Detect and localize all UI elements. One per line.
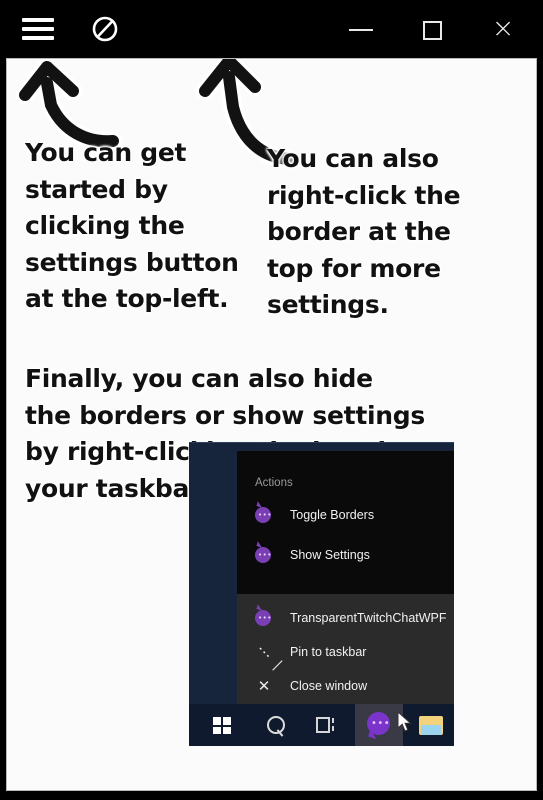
content-area: You can get started by clicking the sett… — [6, 58, 537, 791]
jumplist-item-label: TransparentTwitchChatWPF — [290, 611, 447, 625]
hamburger-menu-icon-bar — [22, 27, 54, 31]
chat-bubble-icon: ••• — [367, 712, 391, 740]
close-icon: ✕ — [257, 677, 271, 695]
windows-taskbar: ••• — [189, 704, 454, 746]
chat-bubble-icon: ••• — [255, 501, 273, 525]
jumplist-item-label: Show Settings — [290, 548, 370, 562]
jumplist-item-close-window[interactable]: ✕ Close window — [237, 670, 454, 704]
search-button[interactable] — [251, 704, 299, 746]
instruction-text-left: You can get started by clicking the sett… — [25, 138, 239, 313]
jumplist-item-pin-to-taskbar[interactable]: ⋮— Pin to taskbar — [237, 636, 454, 677]
taskbar-jumplist-menu[interactable]: Actions ••• Toggle Borders ••• Show Sett… — [237, 451, 454, 704]
pin-icon: ⋮— — [252, 640, 289, 677]
jumplist-actions-section: Actions ••• Toggle Borders ••• Show Sett… — [237, 451, 454, 594]
application-window: × You can get started by clicking the se… — [0, 0, 543, 800]
transparent-twitch-chat-taskbar-button[interactable]: ••• — [355, 704, 403, 746]
jumplist-item-app-name[interactable]: ••• TransparentTwitchChatWPF — [237, 602, 454, 636]
close-icon: × — [491, 13, 515, 44]
hamburger-menu-icon — [22, 18, 54, 22]
jumplist-item-label: Pin to taskbar — [290, 645, 367, 659]
chat-bubble-icon: ••• — [255, 541, 273, 565]
jumplist-item-toggle-borders[interactable]: ••• Toggle Borders — [237, 499, 454, 533]
embedded-screenshot-image: Actions ••• Toggle Borders ••• Show Sett… — [189, 442, 454, 746]
folder-icon — [419, 716, 443, 735]
jumplist-item-show-settings[interactable]: ••• Show Settings — [237, 539, 454, 573]
windows-logo-icon — [213, 717, 231, 734]
file-explorer-taskbar-button[interactable] — [407, 704, 454, 746]
start-button[interactable] — [199, 704, 247, 746]
mouse-pointer-icon — [397, 711, 412, 732]
hamburger-menu-icon-bar — [22, 36, 54, 40]
task-view-icon — [316, 717, 334, 733]
close-button[interactable]: × — [480, 10, 526, 48]
minimize-icon — [349, 29, 373, 31]
titlebar[interactable]: × — [0, 0, 543, 58]
task-view-button[interactable] — [303, 704, 351, 746]
minimize-button[interactable] — [338, 10, 384, 48]
no-entry-slash-circle-icon — [92, 16, 118, 42]
jumplist-app-section: ••• TransparentTwitchChatWPF ⋮— Pin to t… — [237, 594, 454, 704]
instruction-text-right: You can also right-click the border at t… — [267, 144, 461, 319]
maximize-icon — [423, 21, 442, 40]
jumplist-item-label: Toggle Borders — [290, 508, 375, 522]
search-magnifier-icon — [267, 716, 285, 734]
hamburger-menu-button[interactable] — [20, 12, 56, 46]
no-entry-toggle-button[interactable] — [88, 12, 124, 46]
jumplist-actions-header: Actions — [255, 477, 293, 489]
maximize-button[interactable] — [410, 10, 456, 48]
chat-bubble-icon: ••• — [255, 604, 273, 628]
jumplist-item-label: Close window — [290, 679, 368, 693]
